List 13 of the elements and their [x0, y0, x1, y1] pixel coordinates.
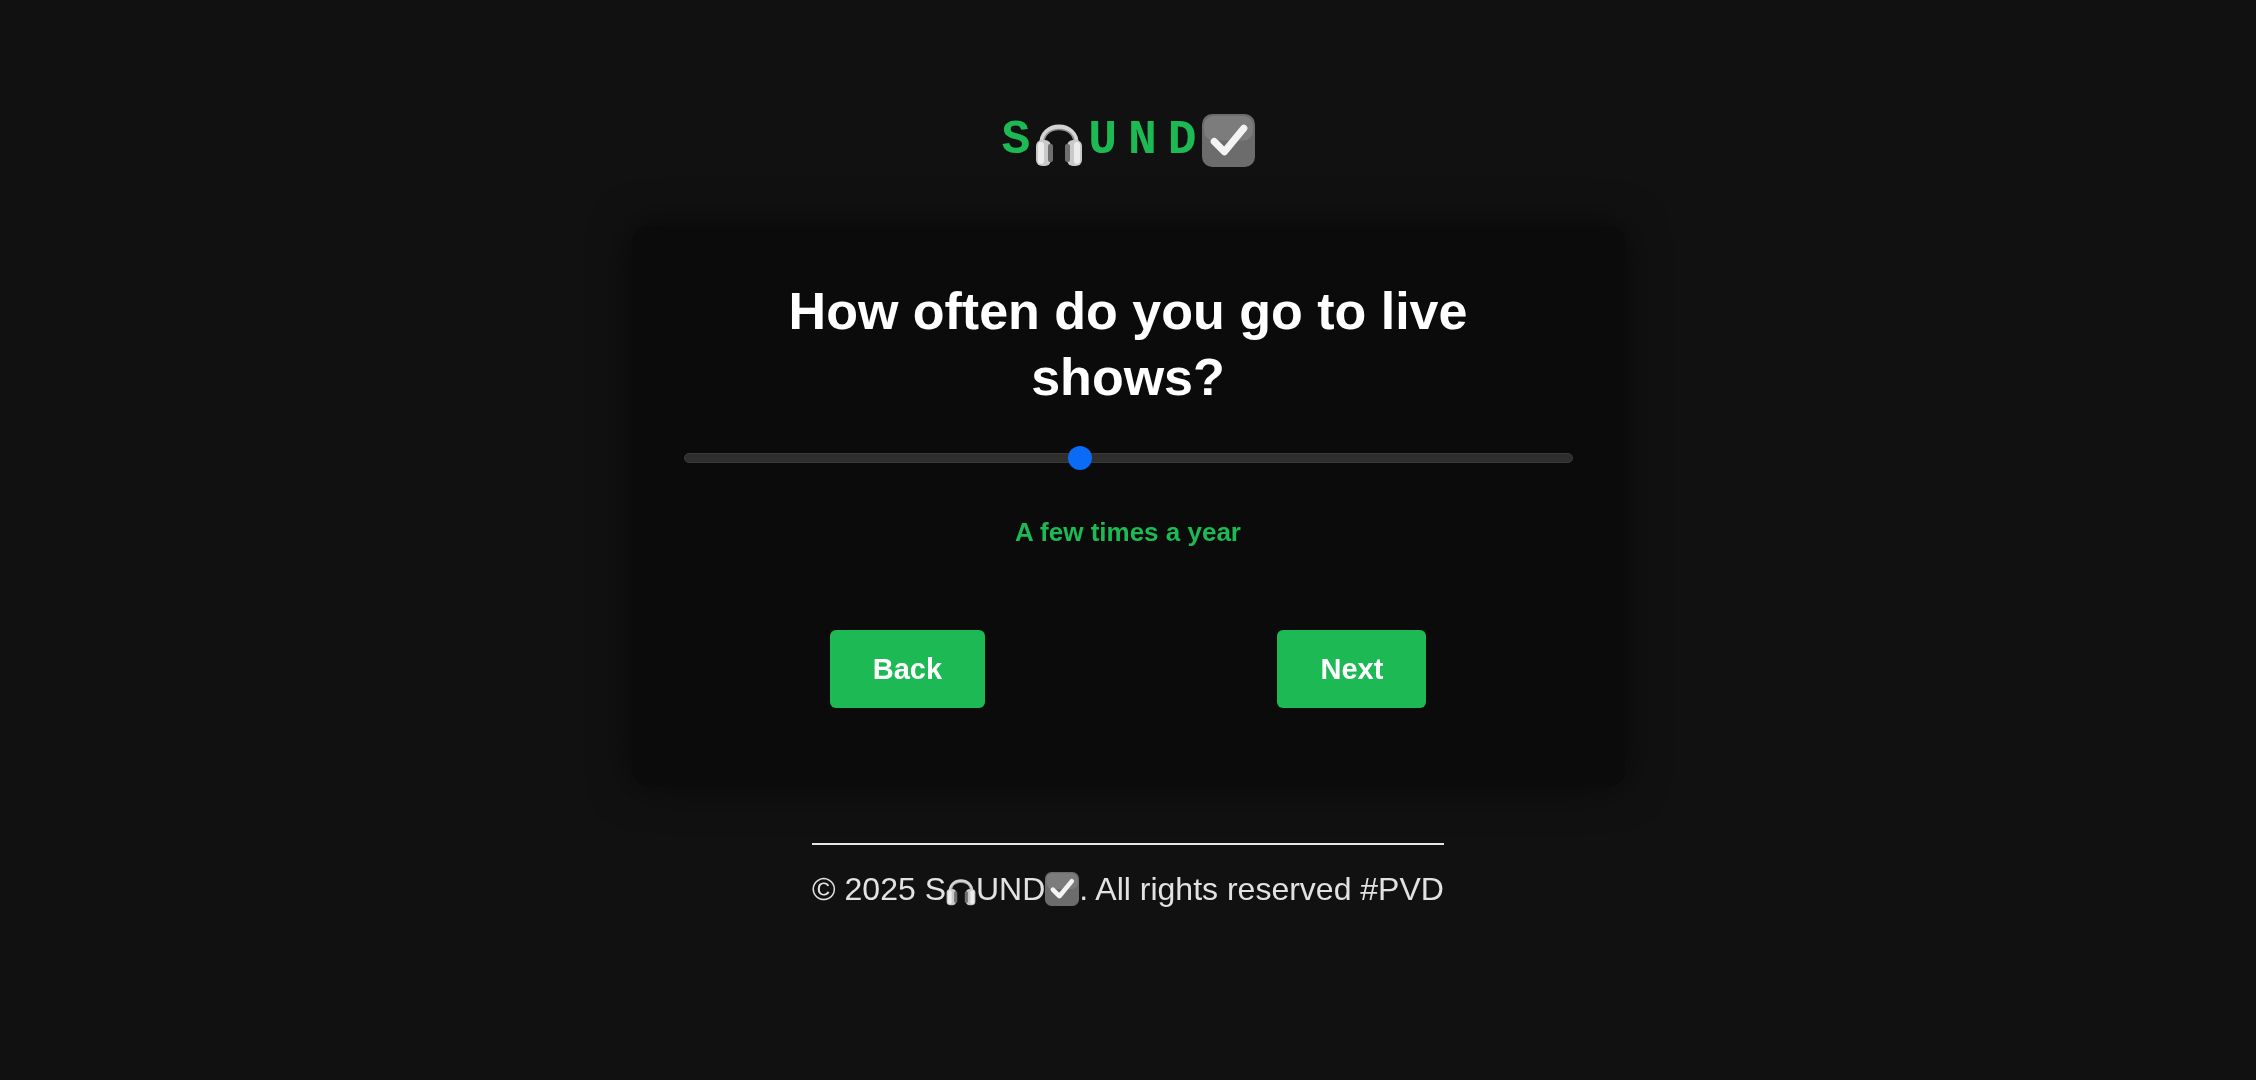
slider-thumb[interactable]: [1067, 446, 1092, 470]
next-button[interactable]: Next: [1277, 630, 1427, 708]
answer-label: A few times a year: [1015, 517, 1241, 547]
checkmark-box-icon: [1201, 113, 1255, 167]
footer-text: © 2025 S: [812, 871, 946, 907]
back-button[interactable]: Back: [829, 630, 986, 708]
footer-text: . All rights reserved #PVD: [1079, 871, 1444, 907]
slider-track[interactable]: [683, 446, 1573, 470]
question-title: How often do you go to live shows?: [787, 281, 1469, 408]
footer-text: UND: [976, 871, 1046, 907]
logo-text: S: [1001, 116, 1042, 164]
logo-text: UND: [1088, 116, 1208, 164]
checkmark-box-icon: [1045, 872, 1080, 906]
